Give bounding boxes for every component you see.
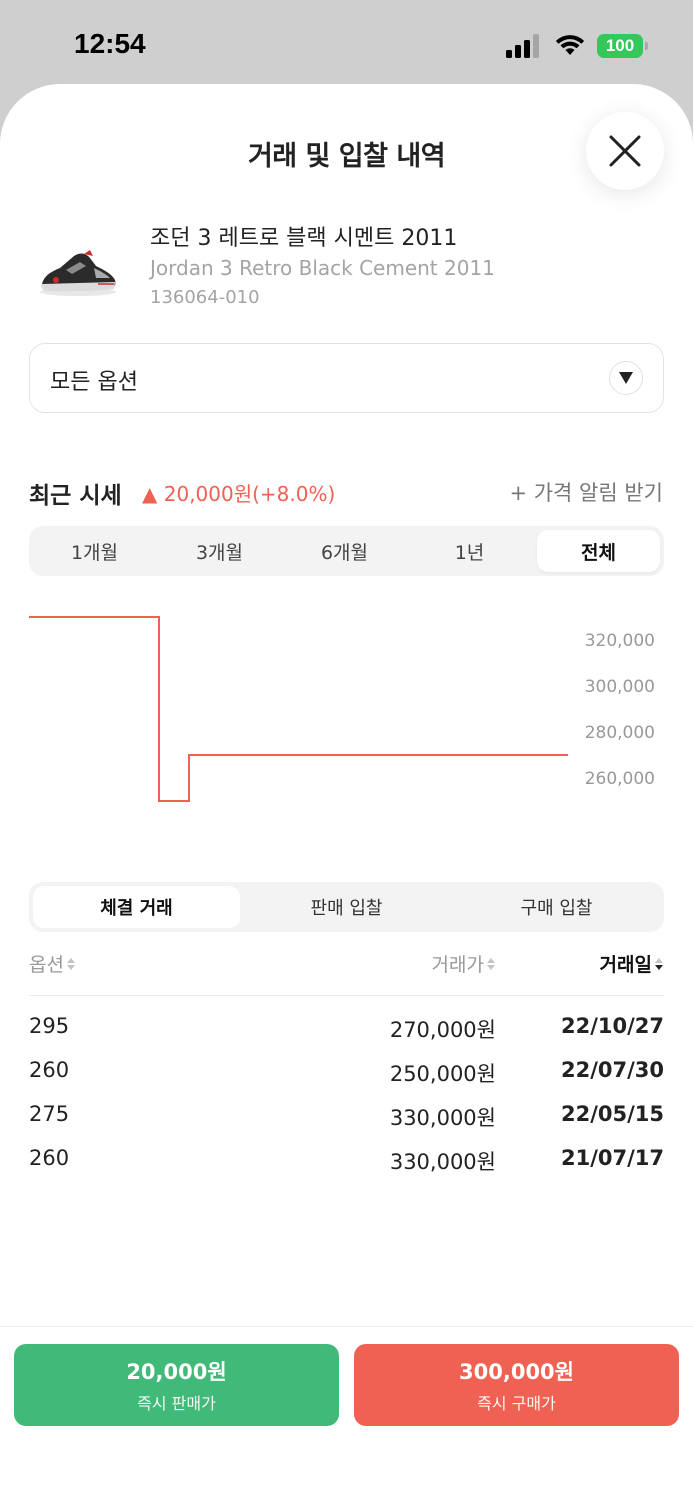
tab-sell-bids[interactable]: 판매 입찰	[243, 886, 450, 928]
table-row: 260 250,000원 22/07/30	[29, 1058, 664, 1102]
close-icon	[609, 135, 641, 167]
row-option: 260	[29, 1058, 70, 1082]
table-row: 295 270,000원 22/10/27	[29, 1014, 664, 1058]
battery-indicator: 100	[597, 34, 643, 58]
sell-label: 즉시 판매가	[137, 1394, 216, 1413]
status-bar: 12:54 100	[0, 0, 693, 88]
buy-label: 즉시 구매가	[477, 1394, 556, 1413]
y-tick-label: 260,000	[585, 769, 655, 789]
sort-desc-icon	[655, 957, 663, 970]
sneaker-image	[40, 250, 116, 296]
price-alert-button[interactable]: + 가격 알림 받기	[509, 477, 663, 507]
option-selected-label: 모든 옵션	[50, 370, 138, 395]
y-tick-label: 300,000	[585, 677, 655, 697]
row-price: 330,000원	[389, 1106, 496, 1130]
header-price[interactable]: 거래가	[432, 950, 496, 977]
sort-icon	[66, 957, 75, 970]
header-option-label: 옵션	[29, 954, 64, 976]
tab-buy-bids[interactable]: 구매 입찰	[453, 886, 660, 928]
row-date: 22/10/27	[560, 1014, 664, 1038]
size-option-select[interactable]: 모든 옵션	[29, 343, 664, 413]
status-time: 12:54	[74, 28, 146, 59]
tab-1-month[interactable]: 1개월	[33, 530, 156, 572]
row-price: 250,000원	[389, 1062, 496, 1086]
row-option: 260	[29, 1146, 70, 1170]
buy-price: 300,000원	[459, 1360, 574, 1384]
header-price-label: 거래가	[431, 954, 484, 976]
trade-tabs: 체결 거래 판매 입찰 구매 입찰	[29, 882, 664, 932]
price-series-line	[29, 616, 568, 802]
row-price: 270,000원	[389, 1018, 496, 1042]
row-date: 22/05/15	[560, 1102, 664, 1126]
triangle-down-icon	[619, 372, 633, 384]
price-history-chart: 320,000 300,000 280,000 260,000	[29, 616, 655, 802]
bottom-action-bar: 20,000원 즉시 판매가 300,000원 즉시 구매가	[0, 1326, 693, 1500]
table-row: 260 330,000원 21/07/17	[29, 1146, 664, 1190]
product-name-ko: 조던 3 레트로 블랙 시멘트 2011	[150, 226, 458, 251]
y-tick-label: 280,000	[585, 723, 655, 743]
battery-tip	[645, 42, 648, 50]
header-date[interactable]: 거래일	[600, 950, 664, 977]
close-button[interactable]	[586, 112, 664, 190]
sell-price: 20,000원	[126, 1360, 227, 1384]
row-option: 295	[29, 1014, 70, 1038]
table-row: 275 330,000원 22/05/15	[29, 1102, 664, 1146]
tab-6-months[interactable]: 6개월	[283, 530, 406, 572]
sort-icon	[487, 957, 495, 970]
row-date: 21/07/17	[560, 1146, 664, 1170]
tab-1-year[interactable]: 1년	[408, 530, 531, 572]
row-date: 22/07/30	[560, 1058, 664, 1082]
row-price: 330,000원	[389, 1150, 496, 1174]
wifi-icon	[555, 35, 585, 55]
tab-3-months[interactable]: 3개월	[158, 530, 281, 572]
tab-completed-trades[interactable]: 체결 거래	[33, 886, 240, 928]
recent-price-change: ▲ 20,000원(+8.0%)	[142, 482, 336, 506]
period-tabs: 1개월 3개월 6개월 1년 전체	[29, 526, 664, 576]
header-date-label: 거래일	[599, 954, 652, 976]
instant-sell-button[interactable]: 20,000원 즉시 판매가	[14, 1344, 339, 1426]
row-option: 275	[29, 1102, 70, 1126]
dropdown-arrow	[609, 361, 643, 395]
recent-price-title: 최근 시세	[29, 483, 122, 509]
trade-table-header: 옵션 거래가 거래일	[29, 948, 664, 996]
trade-history-sheet: 거래 및 입찰 내역 조던 3 레트로 블랙 시멘트 2011 Jordan 3…	[0, 84, 693, 1500]
y-tick-label: 320,000	[585, 631, 655, 651]
cellular-signal-icon	[506, 34, 539, 58]
product-name-en: Jordan 3 Retro Black Cement 2011	[150, 256, 495, 280]
header-option[interactable]: 옵션	[29, 950, 76, 977]
instant-buy-button[interactable]: 300,000원 즉시 구매가	[354, 1344, 679, 1426]
product-model-code: 136064-010	[150, 287, 260, 308]
tab-all[interactable]: 전체	[537, 530, 660, 572]
